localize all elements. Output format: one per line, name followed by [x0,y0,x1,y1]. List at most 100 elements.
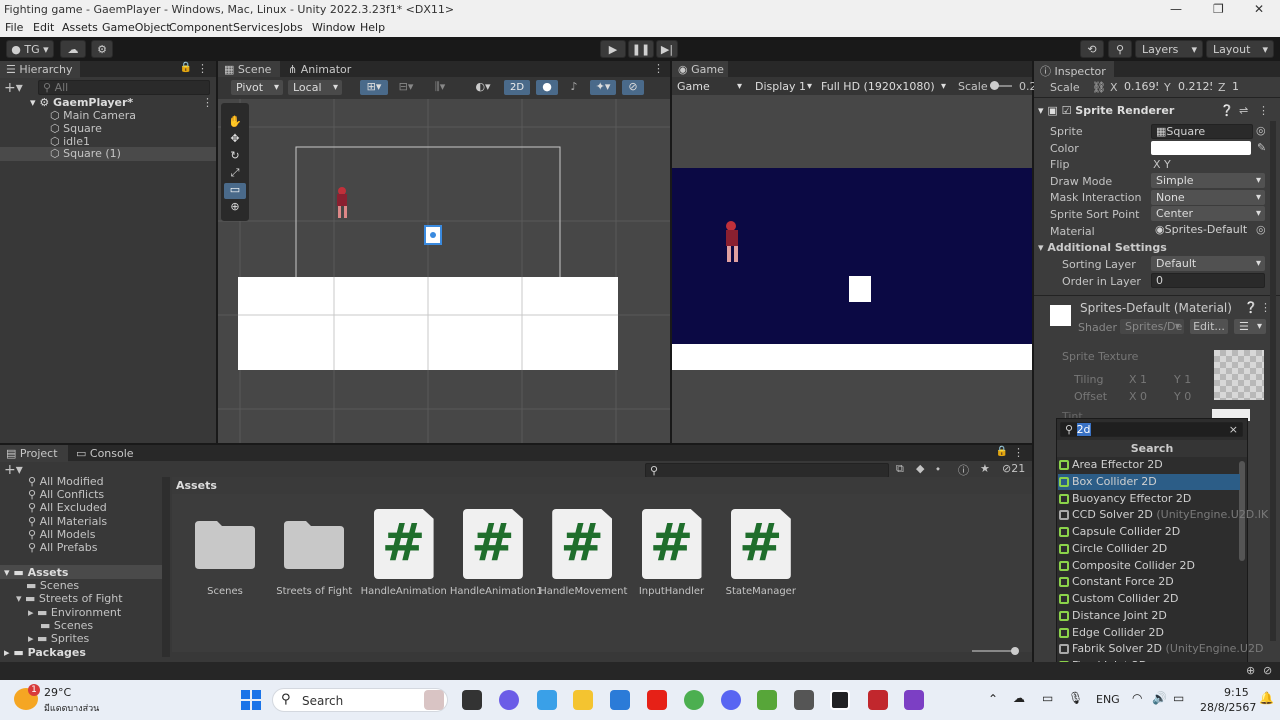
search-icon[interactable]: ⚲ [1108,40,1132,58]
rotate-tool-icon[interactable]: ↻ [224,149,246,165]
chrome-icon[interactable] [684,690,704,710]
step-button[interactable]: ▶| [656,40,678,58]
collab-icon[interactable]: ⚙ [91,40,113,58]
minimize-icon[interactable]: — [1170,2,1182,16]
tree-item[interactable]: ▬ Scenes [26,579,79,592]
app-icon[interactable] [424,690,444,710]
explorer-icon[interactable] [573,690,593,710]
battery-icon[interactable]: ▭ [1173,691,1184,705]
pause-button[interactable]: ❚❚ [628,40,654,58]
help-icon[interactable]: ❔ [1220,104,1234,117]
object-picker-icon[interactable]: ◎ [1256,124,1266,137]
cloud-icon[interactable]: ☁ [60,40,86,58]
tree-item[interactable]: ▾ ▬ Streets of Fight [16,592,123,605]
object-picker-icon[interactable]: ◎ [1256,223,1266,236]
tab-console[interactable]: ▭ Console [70,445,140,462]
component-option[interactable]: Distance Joint 2D [1058,608,1240,624]
local-dropdown[interactable]: Local [288,80,342,95]
hierarchy-item[interactable]: ⬡ Square [50,122,102,135]
scene-root[interactable]: ▾ ⚙ GaemPlayer* [30,96,133,109]
mic-icon[interactable]: 🎙 [1068,691,1083,705]
display-dropdown[interactable]: Display 1 [750,79,816,94]
tray-icon[interactable]: ▭ [1042,691,1053,705]
favorite-item[interactable]: ⚲ All Prefabs [28,541,98,554]
status-icon[interactable]: ⊘ [1263,664,1272,677]
component-option[interactable]: Fabrik Solver 2D (UnityEngine.U2D [1058,641,1263,657]
move-tool-icon[interactable]: ✥ [224,132,246,148]
visibility-icon[interactable]: ⊘ [622,80,644,95]
scene-menu-icon[interactable]: ⋮ [202,96,213,109]
menu-edit[interactable]: Edit [33,21,54,34]
notification-icon[interactable]: 🔔 [1259,691,1274,705]
sorting-layer-dropdown[interactable]: Default [1151,256,1265,271]
tree-scrollbar[interactable] [162,477,170,657]
mask-interaction-dropdown[interactable]: None [1151,190,1265,205]
material-field[interactable]: ◉Sprites-Default [1151,223,1253,238]
history-icon[interactable]: ⟲ [1080,40,1104,58]
youtube-icon[interactable] [647,690,667,710]
favorite-item[interactable]: ⚲ All Models [28,528,95,541]
component-header[interactable]: ▾ ▣ ☑ Sprite Renderer [1038,104,1174,117]
increment-snap-icon[interactable]: ⫼▾ [426,80,454,95]
add-icon[interactable]: +▾ [4,80,23,96]
component-option[interactable]: Circle Collider 2D [1058,541,1240,557]
tab-game[interactable]: ◉ Game [672,61,728,78]
menu-assets[interactable]: Assets [62,21,98,34]
search-by-type-icon[interactable]: ⧉ [896,462,904,476]
snap-icon[interactable]: ⊟▾ [392,80,420,95]
sprite-field[interactable]: ▦Square [1151,124,1253,139]
sort-point-dropdown[interactable]: Center [1151,206,1265,221]
draw-mode-dropdown[interactable]: Simple [1151,173,1265,188]
flip-toggles[interactable]: X Y [1153,158,1171,171]
volume-icon[interactable]: 🔊 [1152,691,1167,705]
hierarchy-item-selected[interactable]: ⬡ Square (1) [0,147,216,161]
component-option[interactable]: Custom Collider 2D [1058,591,1240,607]
menu-component[interactable]: Component [169,21,233,34]
component-option[interactable]: Buoyancy Effector 2D [1058,491,1240,507]
tab-scene[interactable]: ▦ Scene [218,61,280,78]
clock-time[interactable]: 9:15 [1224,686,1249,699]
favorite-icon[interactable]: ★ [980,462,990,475]
search-by-label-icon[interactable]: ⬩ [936,462,940,476]
breadcrumb-item[interactable]: Assets [176,479,217,492]
tab-inspector[interactable]: ⓘ Inspector [1034,61,1114,78]
torrent-icon[interactable] [757,690,777,710]
teams-icon[interactable] [499,690,519,710]
tab-hierarchy[interactable]: ☰ Hierarchy [0,61,80,78]
menu-gameobject[interactable]: GameObject [102,21,171,34]
color-field[interactable] [1151,141,1251,155]
rect-tool-icon[interactable]: ▭ [224,183,246,199]
copilot-icon[interactable] [537,690,557,710]
additional-settings-foldout[interactable]: ▾ Additional Settings [1038,241,1167,254]
game-mode-dropdown[interactable]: Game [672,79,746,94]
shader-options-dropdown[interactable]: ☰ [1234,319,1266,334]
2d-toggle[interactable]: 2D [504,80,530,95]
lighting-icon[interactable]: ● [536,80,558,95]
inspector-scrollbar[interactable] [1270,121,1276,641]
component-option[interactable]: Area Effector 2D [1058,457,1240,473]
tree-item[interactable]: ▬ Scenes [40,619,93,632]
lock-icon[interactable]: 🔒 [180,62,192,73]
effects-icon[interactable]: ✦▾ [590,80,616,95]
menu-window[interactable]: Window [312,21,355,34]
menu-help[interactable]: Help [360,21,385,34]
component-search-input[interactable]: ⚲ 2d × [1060,422,1243,437]
component-option[interactable]: Constant Force 2D [1058,574,1240,590]
favorite-item[interactable]: ⚲ All Excluded [28,501,107,514]
shader-dropdown[interactable]: Sprites/De [1120,319,1184,334]
wifi-icon[interactable]: ◠ [1132,691,1142,705]
component-option[interactable]: CCD Solver 2D (UnityEngine.U2D.IK [1058,507,1268,523]
search-by-label-icon[interactable]: ◆ [916,462,924,475]
hidden-packages-icon[interactable]: ⊘21 [1002,462,1025,475]
menu-jobs[interactable]: Jobs [280,21,303,34]
favorite-item[interactable]: ⚲ All Modified [28,475,104,488]
scale-slider-handle[interactable] [990,81,999,90]
shading-icon[interactable]: ◐▾ [470,80,496,95]
panel-menu-icon[interactable]: ⋮ [653,62,664,75]
scale-z-field[interactable]: 1 [1228,80,1266,95]
component-menu-icon[interactable]: ⋮ [1258,104,1269,117]
close-icon[interactable]: ✕ [1254,2,1264,16]
layout-dropdown[interactable]: Layout ▾ [1206,40,1274,58]
audio-icon[interactable]: ♪ [564,80,584,95]
start-icon[interactable] [241,690,261,710]
